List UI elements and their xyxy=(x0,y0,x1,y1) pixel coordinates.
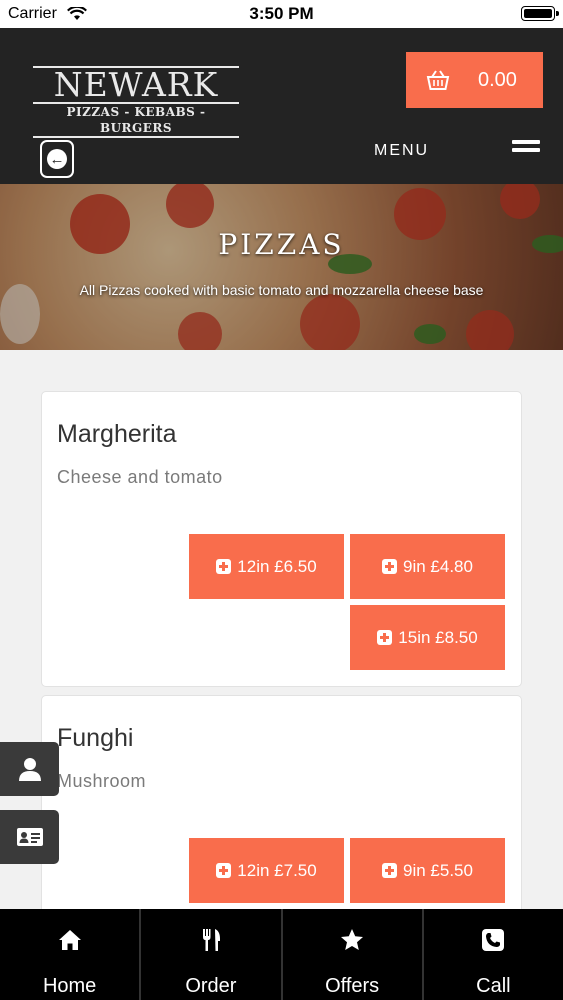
logo-divider xyxy=(33,136,239,138)
arrow-left-icon: ← xyxy=(47,149,67,169)
plus-square-icon xyxy=(377,630,393,645)
add-option-button[interactable]: 12in £6.50 xyxy=(189,534,344,599)
category-banner: PIZZAS All Pizzas cooked with basic toma… xyxy=(0,184,563,350)
back-button[interactable]: ← xyxy=(40,140,74,178)
nav-label: Home xyxy=(42,975,97,997)
basket-icon xyxy=(426,70,450,90)
user-icon xyxy=(18,758,41,781)
status-time: 3:50 PM xyxy=(249,4,314,23)
app-header: NEWARK PIZZAS - KEBABS - BURGERS 0.00 ← … xyxy=(0,28,563,184)
menu-label[interactable]: MENU xyxy=(374,142,429,160)
brand-logo[interactable]: NEWARK PIZZAS - KEBABS - BURGERS xyxy=(33,66,239,138)
banner-overlay xyxy=(0,184,563,350)
product-card: Margherita Cheese and tomato 12in £6.50 … xyxy=(41,391,522,687)
plus-square-icon xyxy=(216,559,232,574)
nav-label: Call xyxy=(476,975,511,997)
option-label: 9in £4.80 xyxy=(403,556,473,576)
cart-total: 0.00 xyxy=(478,68,517,91)
nav-order[interactable]: Order xyxy=(139,909,280,1000)
category-subtitle: All Pizzas cooked with basic tomato and … xyxy=(79,282,484,298)
contact-card-tab[interactable] xyxy=(0,810,59,864)
add-option-button[interactable]: 15in £8.50 xyxy=(350,605,505,670)
phone-icon xyxy=(482,929,505,951)
logo-name: NEWARK xyxy=(53,65,219,104)
add-option-button[interactable]: 9in £5.50 xyxy=(350,838,505,903)
plus-square-icon xyxy=(216,863,232,878)
product-name: Margherita xyxy=(57,420,177,448)
product-description: Mushroom xyxy=(57,771,147,791)
plus-square-icon xyxy=(382,559,398,574)
hamburger-menu-icon[interactable] xyxy=(512,140,540,156)
add-option-button[interactable]: 12in £7.50 xyxy=(189,838,344,903)
category-title: PIZZAS xyxy=(218,228,345,261)
plus-square-icon xyxy=(382,863,398,878)
account-tab[interactable] xyxy=(0,742,59,796)
nav-label: Offers xyxy=(325,975,380,997)
option-label: 9in £5.50 xyxy=(403,860,473,880)
cart-button[interactable]: 0.00 xyxy=(406,52,543,108)
nav-offers[interactable]: Offers xyxy=(280,909,422,1000)
battery-icon xyxy=(521,6,559,21)
option-label: 12in £7.50 xyxy=(237,860,317,880)
nav-home[interactable]: Home xyxy=(0,909,139,1000)
bottom-navigation: Home Order Offers Call xyxy=(0,909,563,1000)
fork-knife-icon xyxy=(202,929,220,951)
nav-call[interactable]: Call xyxy=(421,909,563,1000)
address-card-icon xyxy=(16,828,43,846)
option-label: 15in £8.50 xyxy=(398,627,478,647)
logo-tagline: PIZZAS - KEBABS - BURGERS xyxy=(66,105,206,135)
product-description: Cheese and tomato xyxy=(57,467,223,487)
home-icon xyxy=(58,930,81,950)
option-label: 12in £6.50 xyxy=(237,556,317,576)
product-name: Funghi xyxy=(57,724,134,752)
star-icon xyxy=(341,929,364,950)
nav-label: Order xyxy=(185,975,237,997)
status-bar: Carrier 3:50 PM xyxy=(0,0,563,28)
add-option-button[interactable]: 9in £4.80 xyxy=(350,534,505,599)
